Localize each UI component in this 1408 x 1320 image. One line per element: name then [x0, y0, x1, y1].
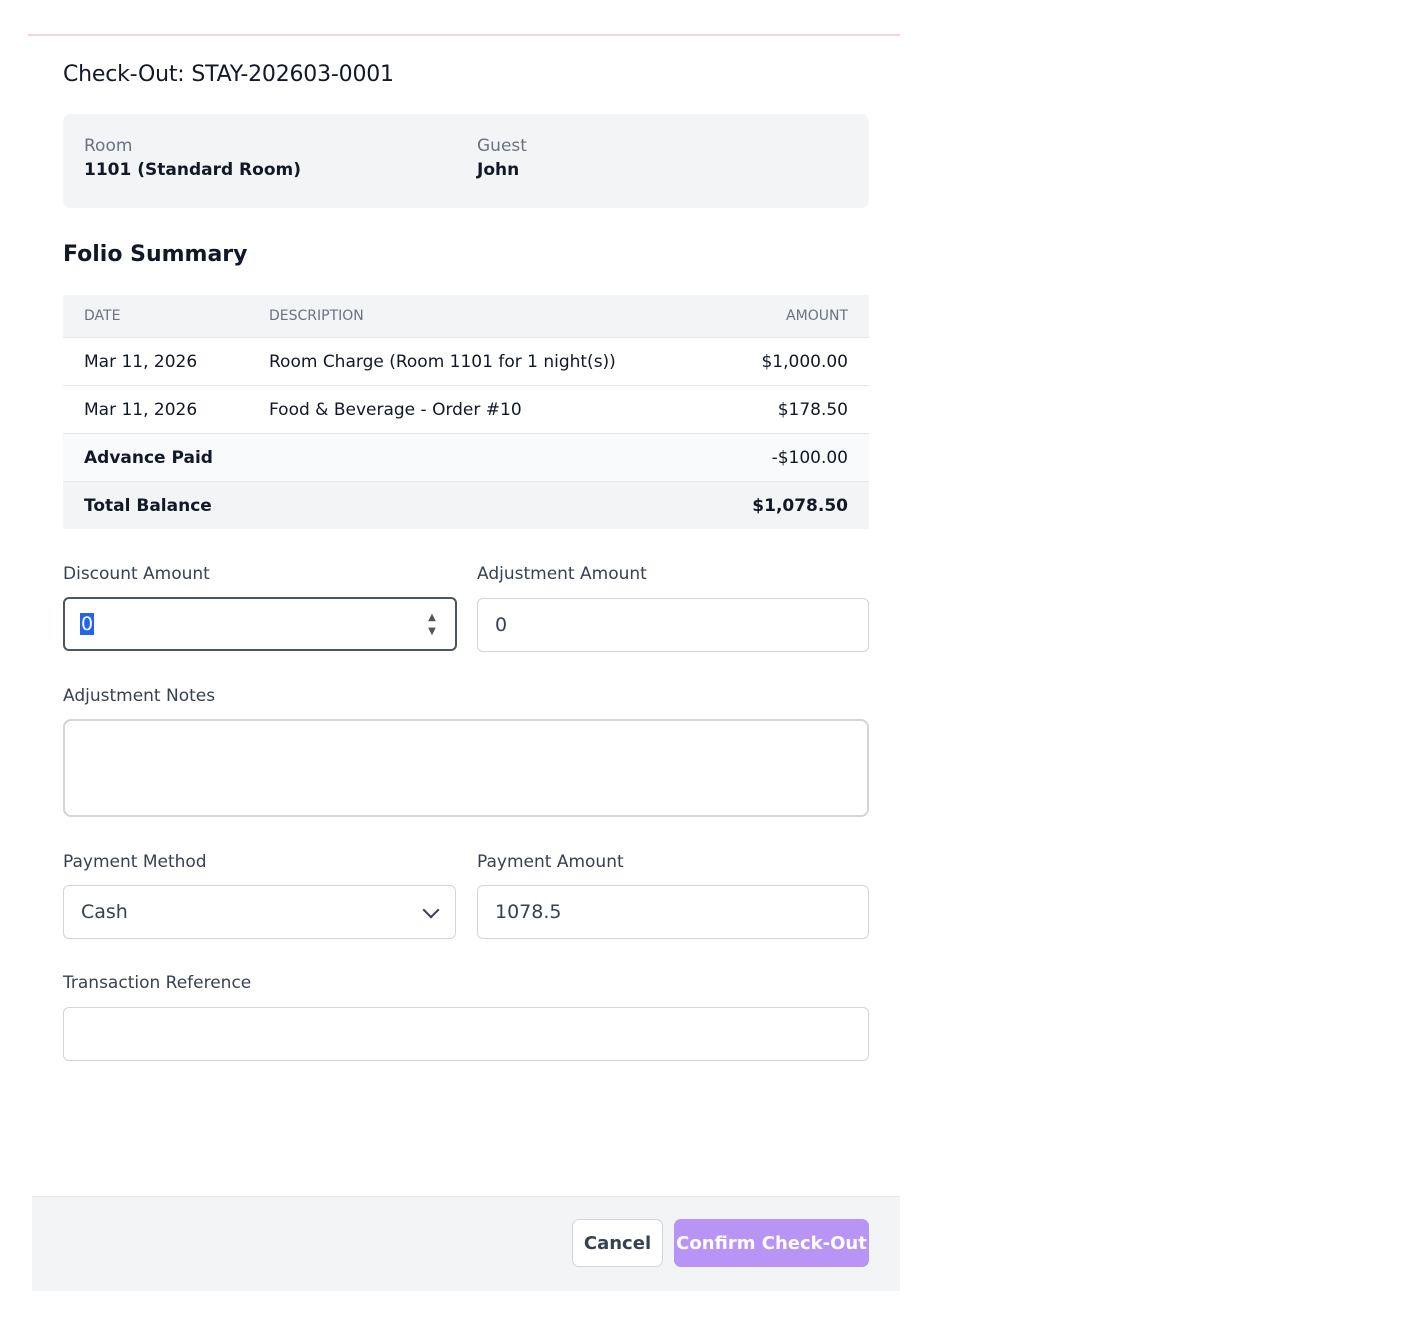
payment-amount-value: 1078.5: [495, 901, 562, 923]
payment-amount-label: Payment Amount: [477, 852, 624, 872]
guest-info: Guest John: [477, 136, 527, 180]
spin-up-icon[interactable]: ▲: [425, 611, 439, 625]
discount-amount-label: Discount Amount: [63, 564, 210, 584]
payment-method-label: Payment Method: [63, 852, 207, 872]
room-info: Room 1101 (Standard Room): [84, 136, 301, 180]
stay-info-panel: Room 1101 (Standard Room) Guest John: [63, 114, 869, 208]
number-spinner[interactable]: ▲ ▼: [425, 611, 439, 639]
payment-method-value: Cash: [81, 901, 128, 923]
folio-header-row: DATE DESCRIPTION AMOUNT: [63, 295, 869, 338]
row-description: Room Charge (Room 1101 for 1 night(s)): [248, 337, 700, 386]
confirm-checkout-button[interactable]: Confirm Check-Out: [674, 1219, 869, 1267]
room-value: 1101 (Standard Room): [84, 160, 301, 180]
total-balance-label: Total Balance: [63, 481, 700, 529]
total-balance-amount: $1,078.50: [699, 481, 869, 529]
column-header-description: DESCRIPTION: [248, 295, 700, 338]
adjustment-amount-input[interactable]: 0: [477, 598, 869, 652]
row-amount: $178.50: [699, 385, 869, 434]
adjustment-amount-value: 0: [495, 614, 508, 636]
checkout-dialog: Check-Out: STAY-202603-0001 Room 1101 (S…: [28, 34, 900, 1291]
guest-label: Guest: [477, 136, 527, 156]
folio-table: DATE DESCRIPTION AMOUNT Mar 11, 2026 Roo…: [63, 295, 869, 529]
total-balance-row: Total Balance $1,078.50: [63, 481, 869, 529]
payment-method-select[interactable]: Cash: [63, 885, 456, 939]
row-date: Mar 11, 2026: [63, 385, 248, 434]
advance-paid-row: Advance Paid -$100.00: [63, 433, 869, 482]
adjustment-amount-label: Adjustment Amount: [477, 564, 647, 584]
table-row: Mar 11, 2026 Food & Beverage - Order #10…: [63, 385, 869, 434]
dialog-footer: Cancel Confirm Check-Out: [32, 1196, 900, 1291]
room-label: Room: [84, 136, 133, 156]
chevron-down-icon: [422, 901, 440, 919]
row-date: Mar 11, 2026: [63, 337, 248, 386]
transaction-reference-label: Transaction Reference: [63, 973, 252, 993]
row-description: Food & Beverage - Order #10: [248, 385, 700, 434]
folio-summary-title: Folio Summary: [63, 242, 248, 267]
column-header-amount: AMOUNT: [699, 295, 869, 338]
spin-down-icon[interactable]: ▼: [425, 625, 439, 639]
discount-amount-input[interactable]: 0 ▲ ▼: [63, 597, 457, 651]
discount-amount-value: 0: [80, 613, 95, 635]
transaction-reference-input[interactable]: [63, 1007, 869, 1061]
advance-paid-amount: -$100.00: [699, 433, 869, 482]
dialog-title: Check-Out: STAY-202603-0001: [63, 62, 394, 87]
payment-amount-input[interactable]: 1078.5: [477, 885, 869, 939]
table-row: Mar 11, 2026 Room Charge (Room 1101 for …: [63, 337, 869, 386]
column-header-date: DATE: [63, 295, 248, 338]
guest-value: John: [477, 160, 520, 180]
adjustment-notes-textarea[interactable]: [63, 719, 869, 817]
cancel-button[interactable]: Cancel: [572, 1219, 663, 1267]
row-amount: $1,000.00: [699, 337, 869, 386]
adjustment-notes-label: Adjustment Notes: [63, 686, 216, 706]
advance-paid-label: Advance Paid: [63, 433, 700, 482]
